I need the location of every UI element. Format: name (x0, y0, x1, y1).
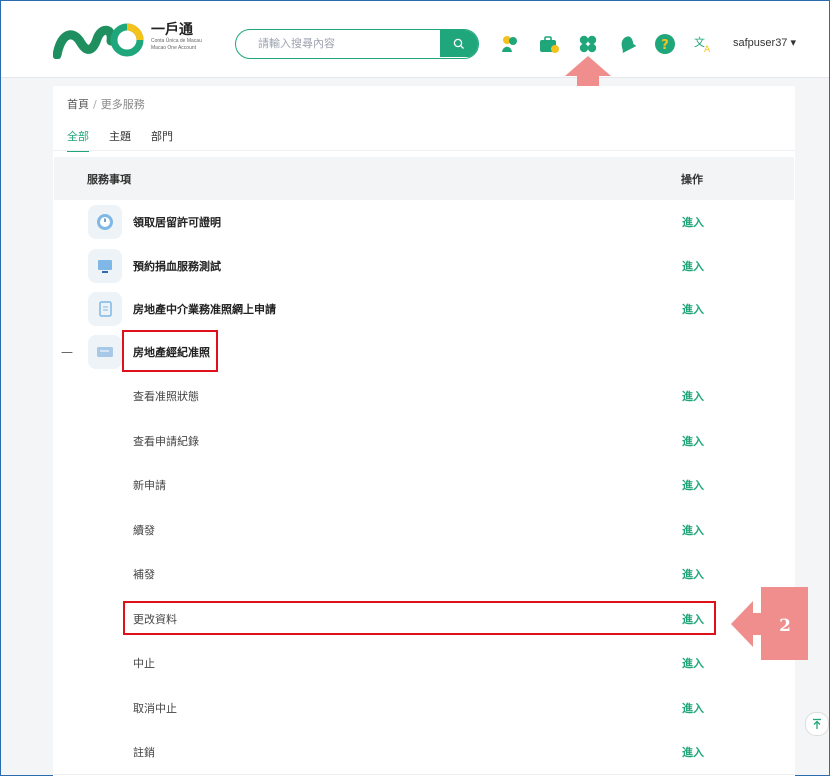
highlight-box-expanded-service (122, 330, 218, 372)
service-name[interactable]: 領取居留許可證明 (133, 214, 221, 230)
caret-down-icon: ▾ (787, 37, 797, 49)
arrow-up-to-top-icon (813, 718, 821, 729)
enter-link[interactable]: 進入 (682, 566, 704, 582)
sub-item-row: 新申請 進入 (54, 463, 794, 508)
enter-link[interactable]: 進入 (682, 258, 704, 274)
enter-link[interactable]: 進入 (682, 388, 704, 404)
user-menu[interactable]: safpuser37 ▾ (733, 36, 796, 49)
sub-item-row: 查看申請紀錄 進入 (54, 418, 794, 464)
column-header-service: 服務事項 (87, 173, 131, 186)
tab-topic[interactable]: 主題 (109, 128, 131, 152)
svg-text:A: A (704, 45, 711, 54)
sub-item-row: 查看准照狀態 進入 (54, 374, 794, 419)
sub-item-name: 註銷 (133, 746, 155, 759)
breadcrumb-current: 更多服務 (100, 98, 145, 111)
annotation-arrow-2: 2 (731, 587, 808, 660)
sub-item-row: 取消中止 進入 (54, 685, 794, 731)
enter-link[interactable]: 進入 (682, 522, 704, 538)
breadcrumb-separator: / (93, 98, 97, 111)
table-row: 預約捐血服務測試 進入 (54, 244, 794, 288)
top-header: 一戶通 Conta Única de Macau Macao One Accou… (1, 1, 829, 78)
table-header: 服務事項 操作 (54, 157, 794, 200)
enter-link[interactable]: 進入 (682, 700, 704, 716)
back-to-top-button[interactable] (805, 712, 829, 736)
service-name[interactable]: 預約捐血服務測試 (133, 258, 221, 274)
help-icon[interactable]: ? (653, 32, 677, 56)
service-name[interactable]: 房地產中介業務准照網上申請 (133, 301, 276, 317)
column-header-action: 操作 (681, 173, 703, 186)
tab-department[interactable]: 部門 (151, 128, 173, 152)
enter-link[interactable]: 進入 (682, 433, 704, 449)
search-button[interactable] (440, 30, 478, 57)
logo-text: 一戶通 Conta Única de Macau Macao One Accou… (151, 22, 202, 52)
briefcase-service-icon[interactable] (537, 32, 561, 56)
mo-logo-icon[interactable] (53, 21, 147, 59)
sub-item-name: 補發 (133, 568, 155, 581)
enter-link[interactable]: 進入 (682, 301, 704, 317)
enter-link[interactable]: 進入 (682, 477, 704, 493)
username: safpuser37 (733, 37, 788, 49)
enter-link[interactable]: 進入 (682, 744, 704, 760)
search-icon (453, 38, 464, 49)
breadcrumb-home[interactable]: 首頁 (67, 98, 89, 111)
logo-subtitle-pt: Conta Única de Macau (151, 38, 202, 44)
sub-item-row: 補發 進入 (54, 552, 794, 597)
collapse-toggle[interactable]: — (61, 345, 73, 359)
sub-item-name: 取消中止 (133, 701, 177, 715)
sub-item-row: 中止 進入 (54, 641, 794, 686)
highlight-box-update-data (123, 601, 716, 635)
table-row: 房地產中介業務准照網上申請 進入 (54, 287, 794, 331)
clock-document-icon (88, 205, 122, 239)
clipboard-icon (88, 291, 122, 326)
content-panel: 首頁 / 更多服務 全部 主題 部門 服務事項 操作 領取居留許可證明 進入 預約捐… (53, 86, 795, 776)
search-box (235, 29, 479, 59)
sub-item-name: 查看申請紀錄 (133, 434, 199, 448)
sub-item-row: 續發 進入 (54, 507, 794, 553)
clover-more-services-icon[interactable] (576, 32, 600, 56)
sub-item-row: 註銷 進入 (54, 730, 794, 775)
language-icon[interactable]: 文A (691, 32, 715, 56)
annotation-label-2: 2 (779, 616, 791, 636)
sub-item-name: 續發 (133, 523, 155, 537)
license-card-icon (88, 335, 122, 369)
sub-item-name: 中止 (133, 657, 155, 670)
tab-all[interactable]: 全部 (67, 128, 89, 152)
table-row: 領取居留許可證明 進入 (54, 200, 794, 245)
monitor-icon (88, 248, 122, 283)
svg-text:?: ? (661, 38, 669, 53)
enter-link[interactable]: 進入 (682, 655, 704, 671)
breadcrumb: 首頁 / 更多服務 (67, 96, 145, 112)
category-tabs: 全部 主題 部門 (67, 128, 173, 152)
search-input[interactable] (236, 30, 442, 57)
person-service-icon[interactable] (498, 32, 522, 56)
enter-link[interactable]: 進入 (682, 214, 704, 230)
sub-item-name: 查看准照狀態 (133, 390, 199, 403)
sub-item-name: 新申請 (133, 479, 166, 492)
divider (53, 150, 795, 151)
bell-icon[interactable] (615, 32, 639, 56)
logo-title: 一戶通 (151, 22, 193, 38)
logo-subtitle-en: Macao One Account (151, 45, 197, 51)
